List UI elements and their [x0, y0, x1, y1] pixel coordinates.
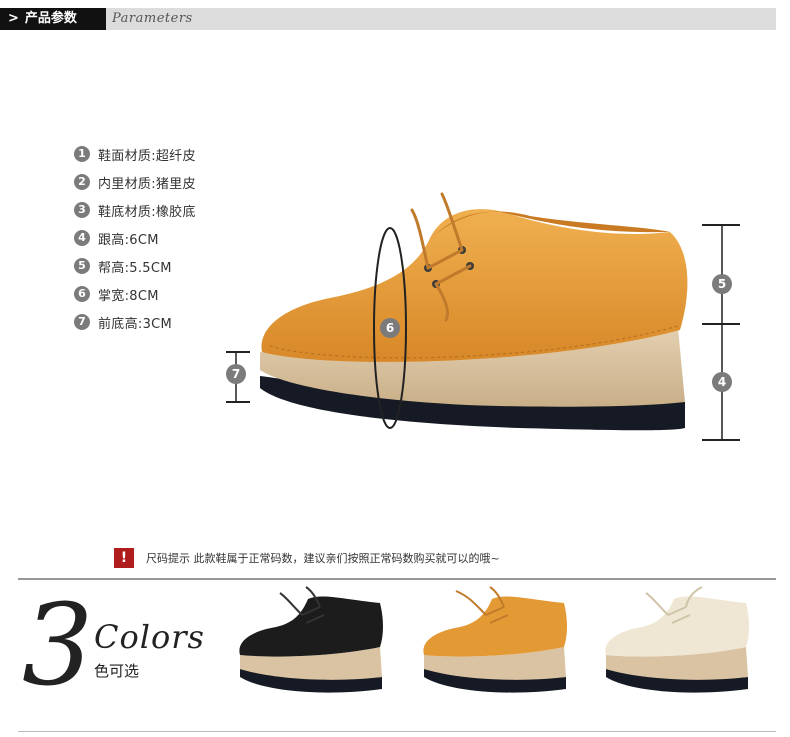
- spec-text: 前底高:3CM: [98, 316, 173, 332]
- marker-4: 4: [718, 375, 726, 389]
- spec-number-badge: 3: [74, 202, 90, 218]
- spec-list: 1 鞋面材质:超纤皮 2 内里材质:猪里皮 3 鞋底材质:橡胶底 4 跟高:6C…: [74, 140, 196, 336]
- spec-item: 6 掌宽:8CM: [74, 280, 196, 308]
- spec-text: 鞋底材质:橡胶底: [98, 204, 196, 220]
- colors-title: Colors: [94, 618, 205, 656]
- spec-text: 跟高:6CM: [98, 232, 159, 248]
- warning-icon: !: [114, 548, 134, 568]
- size-notice-text: 尺码提示 此款鞋属于正常码数，建议亲们按照正常码数购买就可以的哦~: [146, 552, 500, 565]
- spec-text: 鞋面材质:超纤皮: [98, 148, 196, 164]
- section-header: > 产品参数 Parameters: [0, 8, 776, 30]
- spec-item: 5 帮高:5.5CM: [74, 252, 196, 280]
- spec-text: 内里材质:猪里皮: [98, 176, 196, 192]
- spec-number-badge: 4: [74, 230, 90, 246]
- chevron-right-icon: >: [8, 11, 19, 26]
- divider: [18, 731, 776, 732]
- spec-text: 掌宽:8CM: [98, 288, 159, 304]
- section-title-en: Parameters: [112, 11, 193, 26]
- color-count-number: 3: [22, 581, 94, 711]
- spec-number-badge: 2: [74, 174, 90, 190]
- spec-item: 3 鞋底材质:橡胶底: [74, 196, 196, 224]
- spec-item: 4 跟高:6CM: [74, 224, 196, 252]
- color-option-cream[interactable]: [598, 585, 758, 705]
- spec-item: 7 前底高:3CM: [74, 308, 196, 336]
- shoe-measurement-diagram: 6 7 5 4: [226, 192, 740, 441]
- section-header-label: > 产品参数: [0, 8, 106, 30]
- spec-number-badge: 1: [74, 146, 90, 162]
- spec-number-badge: 5: [74, 258, 90, 274]
- spec-item: 1 鞋面材质:超纤皮: [74, 140, 196, 168]
- marker-5: 5: [718, 277, 726, 291]
- section-title-cn: 产品参数: [24, 11, 77, 26]
- color-option-orange[interactable]: [416, 585, 576, 705]
- colors-subtitle: 色可选: [94, 662, 140, 680]
- spec-text: 帮高:5.5CM: [98, 260, 172, 276]
- divider: [18, 578, 776, 580]
- marker-6: 6: [386, 321, 394, 335]
- color-option-black[interactable]: [232, 585, 392, 705]
- marker-7: 7: [232, 367, 240, 381]
- spec-number-badge: 6: [74, 286, 90, 302]
- spec-number-badge: 7: [74, 314, 90, 330]
- spec-item: 2 内里材质:猪里皮: [74, 168, 196, 196]
- size-notice: ! 尺码提示 此款鞋属于正常码数，建议亲们按照正常码数购买就可以的哦~: [114, 548, 500, 568]
